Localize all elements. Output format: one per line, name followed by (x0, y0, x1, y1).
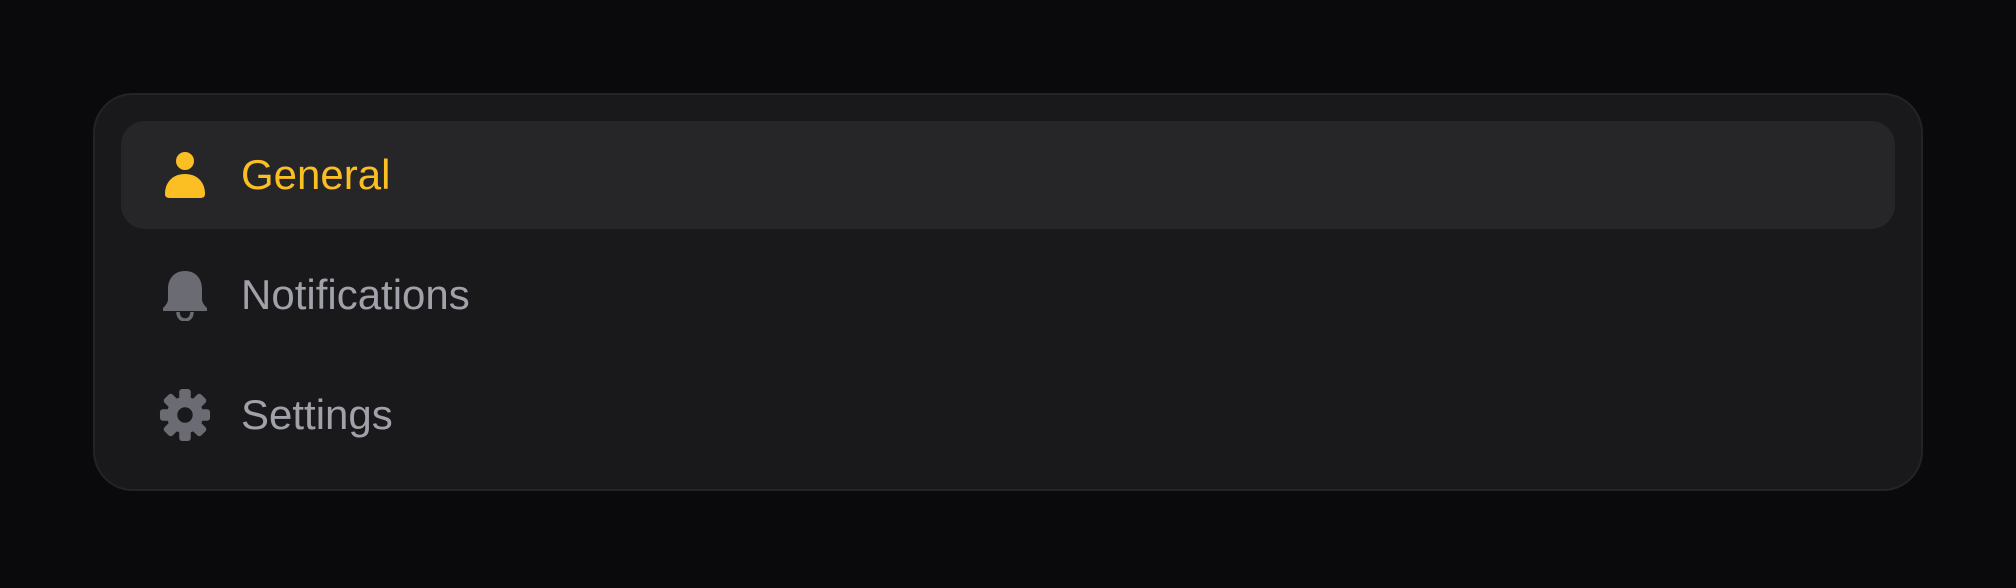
bell-icon (159, 267, 211, 323)
user-icon (159, 147, 211, 203)
gear-icon (159, 387, 211, 443)
menu-item-label: Settings (241, 391, 393, 438)
menu-item-general[interactable]: General (121, 121, 1895, 229)
menu-item-label: General (241, 151, 391, 198)
menu-item-settings[interactable]: Settings (121, 361, 1895, 469)
settings-menu: General Notifications Settings (93, 93, 1923, 491)
menu-item-notifications[interactable]: Notifications (121, 241, 1895, 349)
menu-item-label: Notifications (241, 271, 470, 318)
